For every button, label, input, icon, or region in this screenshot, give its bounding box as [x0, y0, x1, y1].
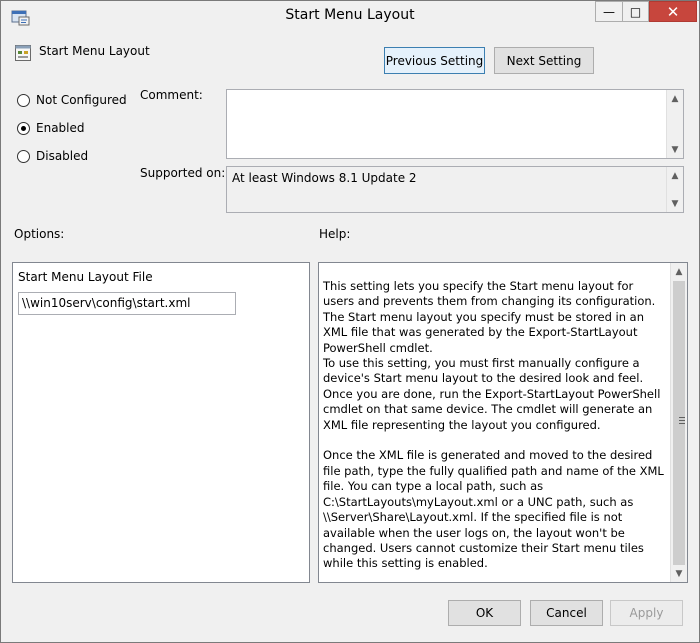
next-setting-button[interactable]: Next Setting [494, 47, 594, 74]
scroll-down-icon[interactable]: ▼ [667, 141, 683, 158]
maximize-button[interactable]: □ [622, 1, 649, 22]
help-scrollbar[interactable]: ▲ ▼ [670, 263, 687, 582]
layout-file-input[interactable]: \\win10serv\config\start.xml [18, 292, 236, 315]
radio-label: Disabled [36, 149, 89, 163]
radio-disabled[interactable]: Disabled [17, 149, 88, 163]
maximize-icon: □ [629, 4, 642, 19]
cancel-button[interactable]: Cancel [530, 600, 603, 626]
policy-dialog-window: Start Menu Layout — □ ✕ Start Menu Layou… [0, 0, 700, 643]
previous-setting-button[interactable]: Previous Setting [384, 47, 485, 74]
supported-scrollbar[interactable]: ▲ ▼ [666, 167, 683, 212]
layout-file-label: Start Menu Layout File [18, 270, 153, 284]
scroll-up-icon[interactable]: ▲ [667, 167, 683, 184]
ok-button[interactable]: OK [448, 600, 521, 626]
scroll-up-icon[interactable]: ▲ [667, 90, 683, 107]
supported-on-field: At least Windows 8.1 Update 2 ▲ ▼ [226, 166, 684, 213]
comment-label: Comment: [140, 88, 203, 102]
grip-line [679, 423, 685, 424]
close-button[interactable]: ✕ [649, 1, 697, 22]
apply-button[interactable]: Apply [610, 600, 683, 626]
layout-file-value: \\win10serv\config\start.xml [22, 296, 191, 310]
options-panel: Start Menu Layout File \\win10serv\confi… [12, 262, 310, 583]
help-panel: This setting lets you specify the Start … [318, 262, 688, 583]
close-icon: ✕ [666, 2, 680, 21]
minimize-button[interactable]: — [595, 1, 622, 22]
help-heading: Help: [319, 227, 351, 241]
supported-on-value: At least Windows 8.1 Update 2 [232, 171, 417, 185]
policy-name: Start Menu Layout [39, 44, 150, 58]
radio-circle [17, 93, 30, 107]
radio-circle-selected [17, 121, 30, 135]
scroll-down-icon[interactable]: ▼ [667, 195, 683, 212]
supported-on-label: Supported on: [140, 166, 226, 180]
help-text: This setting lets you specify the Start … [323, 279, 664, 571]
minimize-icon: — [603, 4, 615, 19]
grip-line [679, 417, 685, 418]
options-heading: Options: [14, 227, 65, 241]
radio-enabled[interactable]: Enabled [17, 121, 85, 135]
radio-label: Not Configured [36, 93, 127, 107]
scroll-down-icon[interactable]: ▼ [671, 565, 687, 582]
comment-textarea[interactable]: ▲ ▼ [226, 89, 684, 159]
scroll-up-icon[interactable]: ▲ [671, 263, 687, 280]
radio-circle [17, 149, 30, 163]
scrollbar-thumb[interactable] [673, 281, 685, 565]
comment-scrollbar[interactable]: ▲ ▼ [666, 90, 683, 158]
grip-line [679, 420, 685, 421]
radio-label: Enabled [36, 121, 85, 135]
title-bar: Start Menu Layout — □ ✕ [1, 1, 699, 32]
radio-not-configured[interactable]: Not Configured [17, 93, 127, 107]
policy-setting-icon [15, 45, 31, 61]
